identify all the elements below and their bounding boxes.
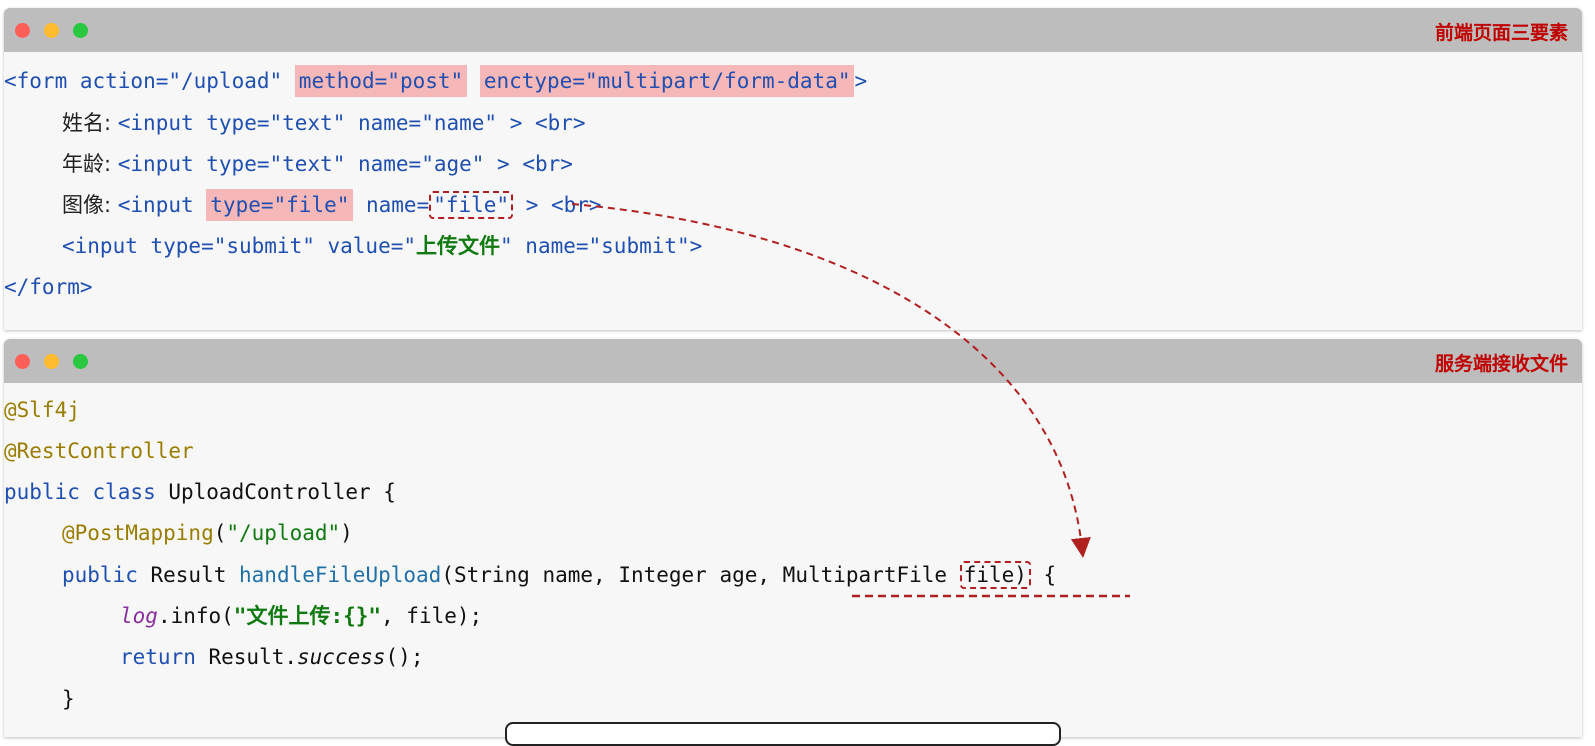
bottom-bar: [505, 722, 1061, 746]
connector-overlay: [571, 203, 1130, 598]
file-mapping-arrow: [571, 203, 1091, 558]
